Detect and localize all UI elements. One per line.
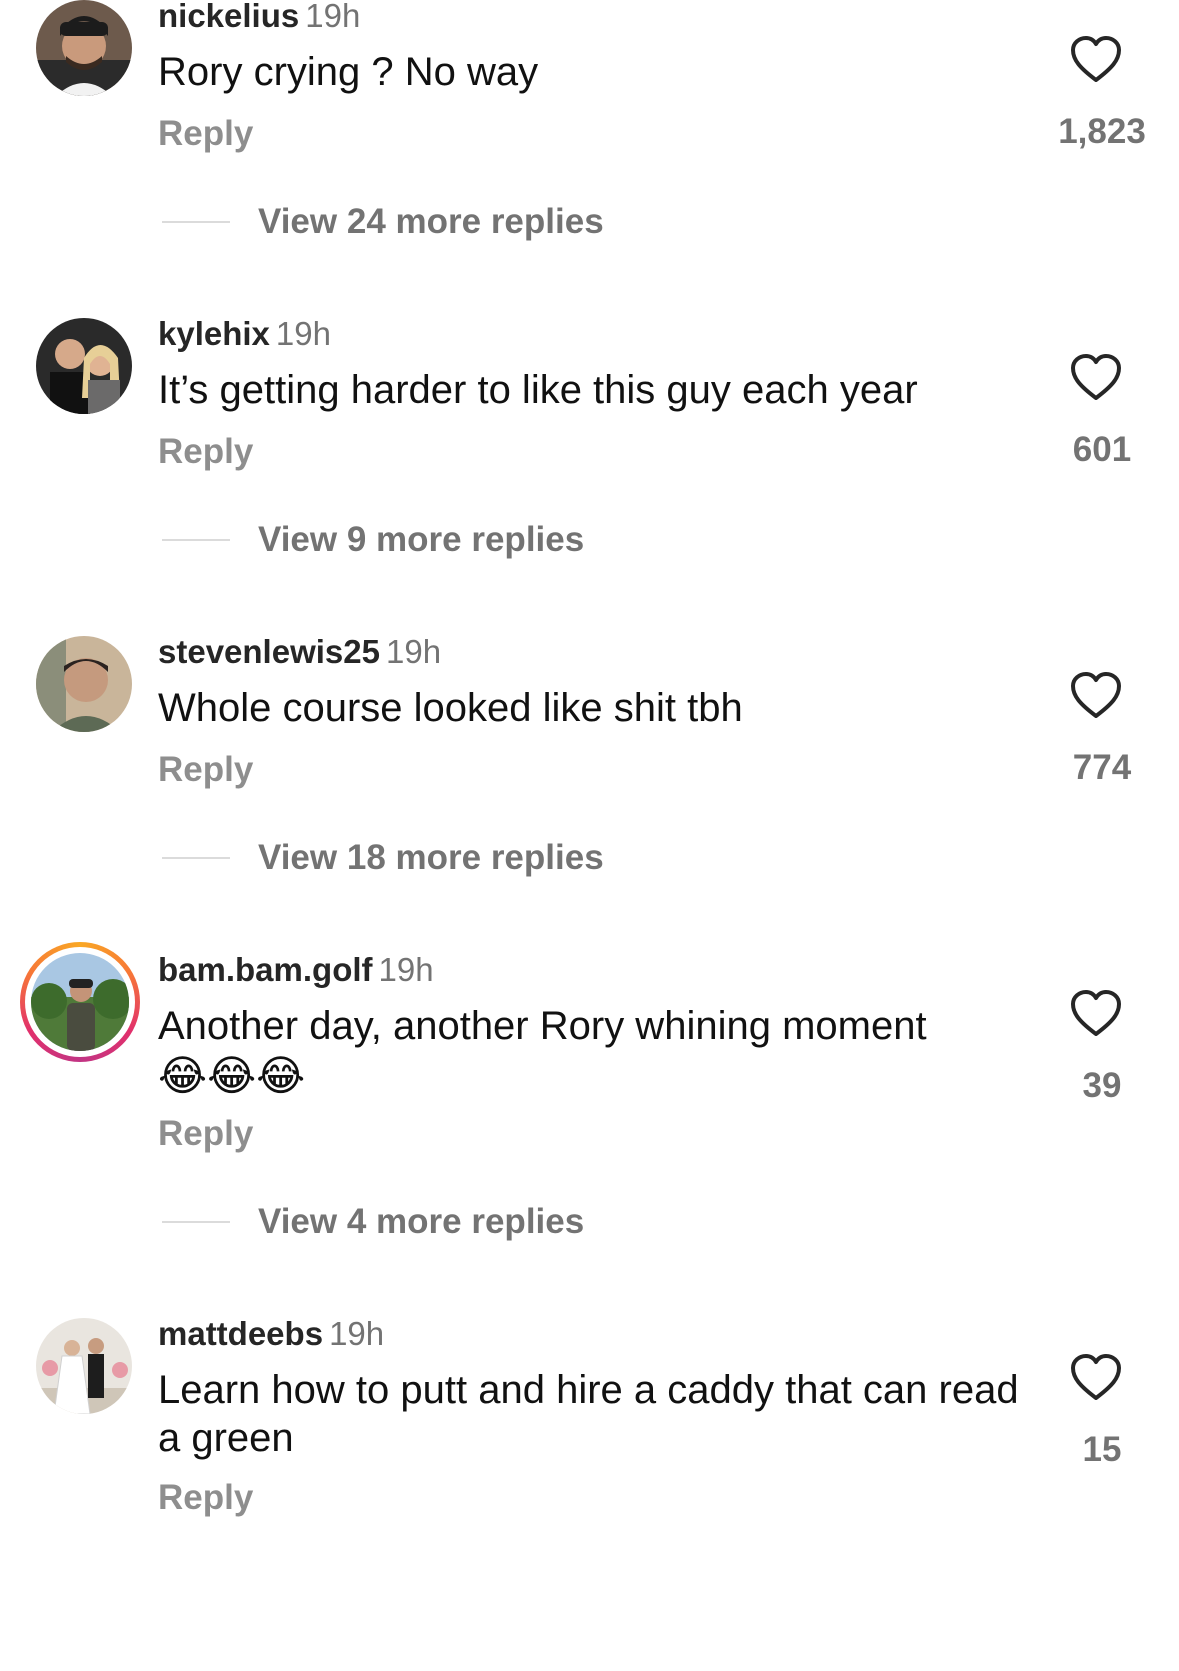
avatar[interactable] <box>36 636 132 732</box>
view-more-replies-button[interactable]: View 24 more replies <box>162 202 604 242</box>
reply-button[interactable]: Reply <box>158 432 253 472</box>
like-count: 15 <box>1082 1430 1122 1469</box>
like-count: 601 <box>1072 430 1132 469</box>
story-ring[interactable] <box>20 942 140 1062</box>
reply-button[interactable]: Reply <box>158 1478 253 1518</box>
reply-button[interactable]: Reply <box>158 750 253 790</box>
heart-outline-icon[interactable] <box>1070 36 1130 92</box>
divider-line <box>162 221 230 223</box>
heart-outline-icon[interactable] <box>1070 1354 1130 1410</box>
comment-meta: stevenlewis25 19h <box>158 632 441 672</box>
username[interactable]: mattdeebs <box>158 1315 323 1352</box>
avatar <box>31 953 129 1051</box>
username[interactable]: bam.bam.golf <box>158 951 373 988</box>
username[interactable]: stevenlewis25 <box>158 633 380 670</box>
view-more-replies-label: View 4 more replies <box>258 1202 585 1241</box>
view-more-replies-button[interactable]: View 4 more replies <box>162 1202 584 1242</box>
avatar[interactable] <box>36 318 132 414</box>
heart-outline-icon[interactable] <box>1070 672 1130 728</box>
view-more-replies-button[interactable]: View 18 more replies <box>162 838 604 878</box>
like-count: 1,823 <box>1058 112 1146 151</box>
comment-text: Learn how to putt and hire a caddy that … <box>158 1368 1019 1460</box>
comment-meta: kylehix 19h <box>158 314 331 354</box>
timestamp: 19h <box>378 951 434 988</box>
avatar[interactable] <box>36 1318 132 1414</box>
timestamp: 19h <box>305 0 361 34</box>
reply-button[interactable]: Reply <box>158 1114 253 1154</box>
view-more-replies-label: View 9 more replies <box>258 520 585 559</box>
comment-text: It’s getting harder to like this guy eac… <box>158 368 918 412</box>
view-more-replies-label: View 18 more replies <box>258 838 604 877</box>
like-count: 39 <box>1082 1066 1122 1105</box>
heart-outline-icon[interactable] <box>1070 354 1130 410</box>
divider-line <box>162 1221 230 1223</box>
comment-text: Rory crying ? No way <box>158 50 539 94</box>
emoji-row: 😂😂😂 <box>158 1052 306 1099</box>
reply-button[interactable]: Reply <box>158 114 253 154</box>
avatar[interactable] <box>36 0 132 96</box>
view-more-replies-label: View 24 more replies <box>258 202 604 241</box>
username[interactable]: nickelius <box>158 0 299 34</box>
comment-meta: mattdeebs 19h <box>158 1314 384 1354</box>
view-more-replies-button[interactable]: View 9 more replies <box>162 520 584 560</box>
comment-text: Whole course looked like shit tbh <box>158 686 743 730</box>
heart-outline-icon[interactable] <box>1070 990 1130 1046</box>
comment-text: Another day, another Rory whining moment <box>158 1004 927 1048</box>
divider-line <box>162 539 230 541</box>
timestamp: 19h <box>385 633 442 670</box>
timestamp: 19h <box>329 1315 385 1352</box>
username[interactable]: kylehix <box>158 315 270 352</box>
like-count: 774 <box>1072 748 1132 787</box>
timestamp: 19h <box>275 315 331 352</box>
comment-meta: bam.bam.golf 19h <box>158 950 434 990</box>
divider-line <box>162 857 230 859</box>
comment-meta: nickelius 19h <box>158 0 360 36</box>
